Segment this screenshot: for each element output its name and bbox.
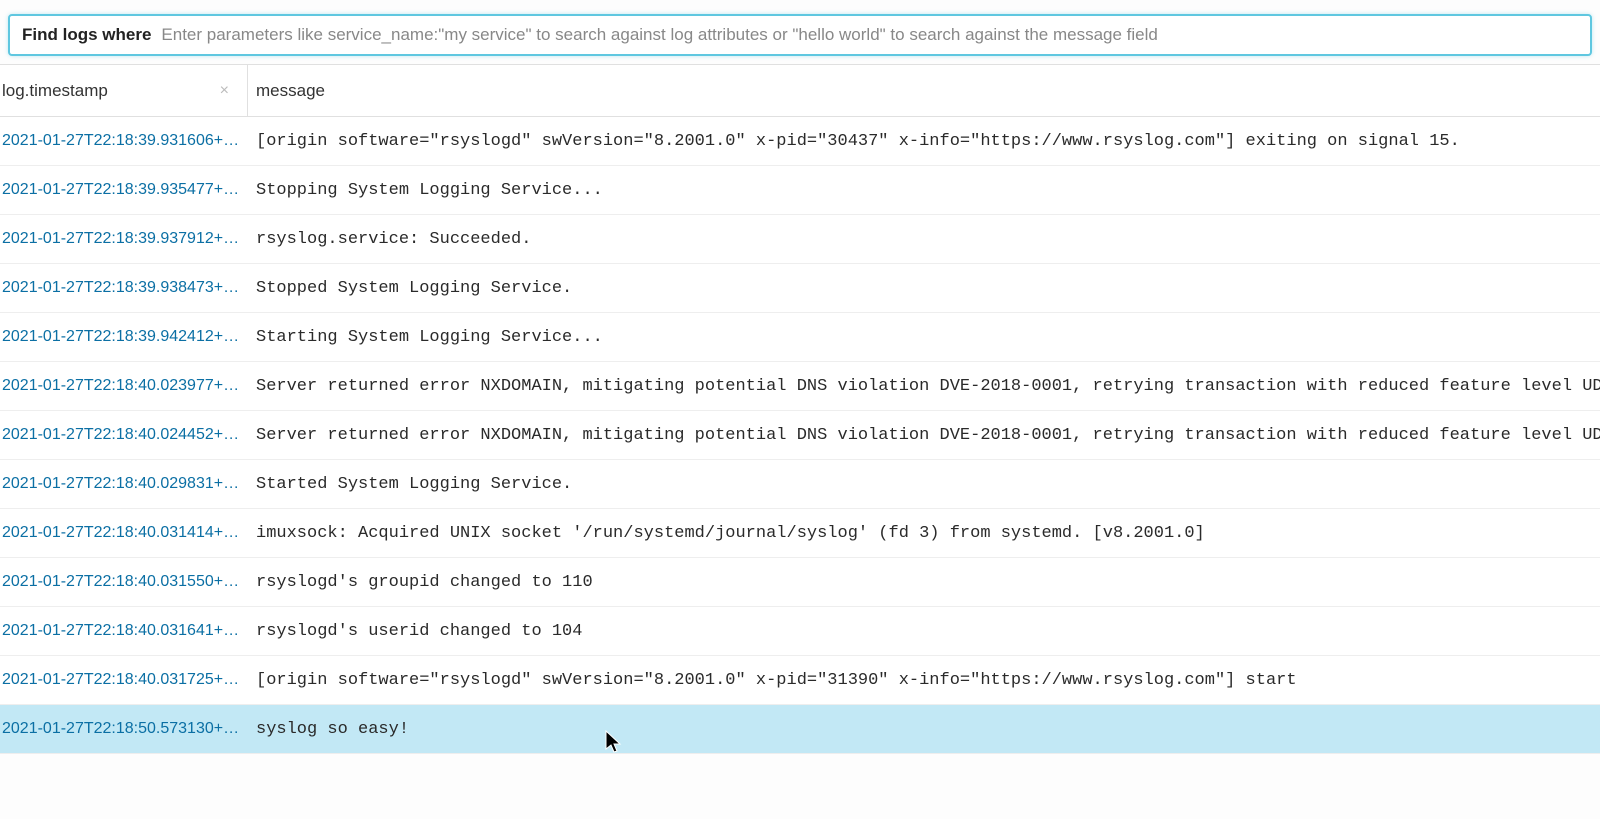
table-row[interactable]: 2021-01-27T22:18:40.031550+…rsyslogd's g… bbox=[0, 558, 1600, 607]
timestamp-cell[interactable]: 2021-01-27T22:18:40.029831+… bbox=[0, 475, 248, 493]
message-cell: syslog so easy! bbox=[248, 720, 1600, 739]
table-row[interactable]: 2021-01-27T22:18:39.942412+…Starting Sys… bbox=[0, 313, 1600, 362]
table-row[interactable]: 2021-01-27T22:18:40.031414+…imuxsock: Ac… bbox=[0, 509, 1600, 558]
table-row[interactable]: 2021-01-27T22:18:39.935477+…Stopping Sys… bbox=[0, 166, 1600, 215]
table-row[interactable]: 2021-01-27T22:18:40.031725+…[origin soft… bbox=[0, 656, 1600, 705]
message-cell: imuxsock: Acquired UNIX socket '/run/sys… bbox=[248, 524, 1600, 543]
timestamp-cell[interactable]: 2021-01-27T22:18:39.938473+… bbox=[0, 279, 248, 297]
timestamp-cell[interactable]: 2021-01-27T22:18:40.031414+… bbox=[0, 524, 248, 542]
column-header-message-label: message bbox=[256, 81, 325, 101]
column-header-message[interactable]: message bbox=[248, 65, 1600, 116]
timestamp-cell[interactable]: 2021-01-27T22:18:40.031550+… bbox=[0, 573, 248, 591]
timestamp-cell[interactable]: 2021-01-27T22:18:39.937912+… bbox=[0, 230, 248, 248]
message-cell: [origin software="rsyslogd" swVersion="8… bbox=[248, 671, 1600, 690]
message-cell: rsyslog.service: Succeeded. bbox=[248, 230, 1600, 249]
timestamp-cell[interactable]: 2021-01-27T22:18:39.942412+… bbox=[0, 328, 248, 346]
message-cell: Stopping System Logging Service... bbox=[248, 181, 1600, 200]
log-table: log.timestamp × message 2021-01-27T22:18… bbox=[0, 64, 1600, 754]
column-header-timestamp[interactable]: log.timestamp × bbox=[0, 65, 248, 116]
table-row[interactable]: 2021-01-27T22:18:40.024452+…Server retur… bbox=[0, 411, 1600, 460]
close-icon[interactable]: × bbox=[220, 83, 229, 99]
column-header-timestamp-label: log.timestamp bbox=[2, 81, 108, 101]
timestamp-cell[interactable]: 2021-01-27T22:18:40.024452+… bbox=[0, 426, 248, 444]
search-label: Find logs where bbox=[22, 25, 151, 45]
log-rows-container: 2021-01-27T22:18:39.931606+…[origin soft… bbox=[0, 117, 1600, 754]
timestamp-cell[interactable]: 2021-01-27T22:18:50.573130+… bbox=[0, 720, 248, 738]
message-cell: rsyslogd's groupid changed to 110 bbox=[248, 573, 1600, 592]
message-cell: Server returned error NXDOMAIN, mitigati… bbox=[248, 377, 1600, 396]
table-row[interactable]: 2021-01-27T22:18:39.937912+…rsyslog.serv… bbox=[0, 215, 1600, 264]
message-cell: [origin software="rsyslogd" swVersion="8… bbox=[248, 132, 1600, 151]
table-row[interactable]: 2021-01-27T22:18:39.931606+…[origin soft… bbox=[0, 117, 1600, 166]
message-cell: Server returned error NXDOMAIN, mitigati… bbox=[248, 426, 1600, 445]
table-row[interactable]: 2021-01-27T22:18:39.938473+…Stopped Syst… bbox=[0, 264, 1600, 313]
timestamp-cell[interactable]: 2021-01-27T22:18:40.031641+… bbox=[0, 622, 248, 640]
search-input[interactable] bbox=[161, 16, 1578, 54]
table-row[interactable]: 2021-01-27T22:18:40.029831+…Started Syst… bbox=[0, 460, 1600, 509]
timestamp-cell[interactable]: 2021-01-27T22:18:39.931606+… bbox=[0, 132, 248, 150]
timestamp-cell[interactable]: 2021-01-27T22:18:40.023977+… bbox=[0, 377, 248, 395]
table-row[interactable]: 2021-01-27T22:18:40.023977+…Server retur… bbox=[0, 362, 1600, 411]
message-cell: Started System Logging Service. bbox=[248, 475, 1600, 494]
message-cell: Starting System Logging Service... bbox=[248, 328, 1600, 347]
message-cell: Stopped System Logging Service. bbox=[248, 279, 1600, 298]
timestamp-cell[interactable]: 2021-01-27T22:18:39.935477+… bbox=[0, 181, 248, 199]
message-cell: rsyslogd's userid changed to 104 bbox=[248, 622, 1600, 641]
table-row[interactable]: 2021-01-27T22:18:40.031641+…rsyslogd's u… bbox=[0, 607, 1600, 656]
table-header-row: log.timestamp × message bbox=[0, 65, 1600, 117]
table-row[interactable]: 2021-01-27T22:18:50.573130+…syslog so ea… bbox=[0, 705, 1600, 754]
search-bar[interactable]: Find logs where bbox=[8, 14, 1592, 56]
timestamp-cell[interactable]: 2021-01-27T22:18:40.031725+… bbox=[0, 671, 248, 689]
